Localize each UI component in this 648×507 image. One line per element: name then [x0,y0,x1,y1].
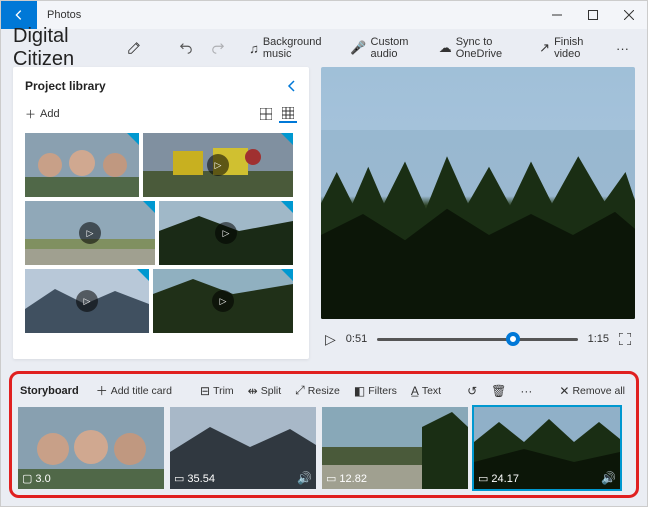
plus-icon: ＋ [25,106,36,122]
sync-onedrive-button[interactable]: ☁Sync to OneDrive [433,32,527,64]
play-icon: ▷ [215,222,237,244]
split-button[interactable]: ⇹Split [243,382,287,400]
collapse-library-button[interactable] [287,80,297,92]
export-icon: ↗ [539,40,550,56]
video-icon: ▭ [478,472,488,485]
video-icon: ▭ [326,472,336,485]
more-icon: ··· [520,384,532,398]
redo-button[interactable] [205,37,231,59]
library-thumbnails: ▷ ▷ ▷ ▷ ▷ [25,133,297,333]
remove-all-button[interactable]: ✕Remove all [554,382,630,400]
add-media-button[interactable]: ＋Add [25,106,60,122]
storyboard-title: Storyboard [20,385,79,397]
plus-icon: ＋ [96,382,108,399]
library-item[interactable]: ▷ [25,269,149,333]
view-small-button[interactable] [279,105,297,123]
current-time: 0:51 [346,333,367,345]
storyboard-clip[interactable]: ▭24.17 🔊 [474,407,620,489]
main-toolbar: Digital Citizen ♫Background music 🎤Custo… [1,29,647,67]
fullscreen-button[interactable] [619,333,631,345]
delete-button[interactable]: 🗑 [486,382,511,400]
rotate-icon: ↺ [467,384,477,398]
playback-controls: ▷ 0:51 1:15 [321,319,635,359]
library-item[interactable]: ▷ [153,269,293,333]
storyboard-toolbar: Storyboard ＋Add title card ⊟Trim ⇹Split … [18,378,630,407]
view-large-button[interactable] [257,105,275,123]
library-item[interactable]: ▷ [25,201,155,265]
more-icon: ··· [616,41,629,56]
video-icon: ▭ [174,472,184,485]
trim-button[interactable]: ⊟Trim [195,382,239,400]
trash-icon: 🗑 [491,384,506,398]
app-title: Photos [37,9,539,21]
play-icon: ▷ [212,290,234,312]
library-item[interactable]: ▷ [159,201,293,265]
library-title: Project library [25,79,106,93]
play-icon: ▷ [79,222,101,244]
close-button[interactable] [611,1,647,29]
resize-icon: ⤢ [295,383,305,398]
storyboard-clip[interactable]: ▢3.0 [18,407,164,489]
background-music-button[interactable]: ♫Background music [243,32,338,64]
cloud-icon: ☁ [439,40,452,56]
project-library-panel: Project library ＋Add ▷ ▷ [13,67,309,359]
finish-video-button[interactable]: ↗Finish video [533,32,604,64]
seek-slider[interactable] [377,338,577,341]
close-icon: ✕ [559,384,569,398]
music-icon: ♫ [249,41,259,56]
split-icon: ⇹ [248,384,258,398]
more-button[interactable]: ··· [610,37,635,60]
rotate-button[interactable]: ↺ [462,382,482,400]
image-icon: ▢ [22,472,32,485]
storyboard-clip[interactable]: ▭12.82 [322,407,468,489]
text-icon: A̲ [411,384,419,398]
storyboard-clip[interactable]: ▭35.54 🔊 [170,407,316,489]
play-icon: ▷ [207,154,229,176]
total-time: 1:15 [588,333,609,345]
sound-icon: 🔊 [601,471,616,485]
text-button[interactable]: A̲Text [406,382,446,400]
sound-icon: 🔊 [297,471,312,485]
project-name: Digital Citizen [13,25,111,71]
maximize-button[interactable] [575,1,611,29]
audio-icon: 🎤 [350,40,366,56]
library-item[interactable] [25,133,139,197]
play-icon: ▷ [76,290,98,312]
library-item[interactable]: ▷ [143,133,293,197]
edit-name-button[interactable] [121,37,147,59]
trim-icon: ⊟ [200,384,210,398]
filters-icon: ◧ [354,384,365,398]
custom-audio-button[interactable]: 🎤Custom audio [344,32,426,64]
resize-button[interactable]: ⤢Resize [290,381,345,400]
filters-button[interactable]: ◧Filters [349,382,402,400]
add-title-card-button[interactable]: ＋Add title card [91,380,177,401]
video-preview[interactable] [321,67,635,319]
undo-button[interactable] [173,37,199,59]
play-button[interactable]: ▷ [325,331,336,348]
more-storyboard-button[interactable]: ··· [515,382,537,400]
minimize-button[interactable] [539,1,575,29]
storyboard-panel: Storyboard ＋Add title card ⊟Trim ⇹Split … [9,371,639,498]
